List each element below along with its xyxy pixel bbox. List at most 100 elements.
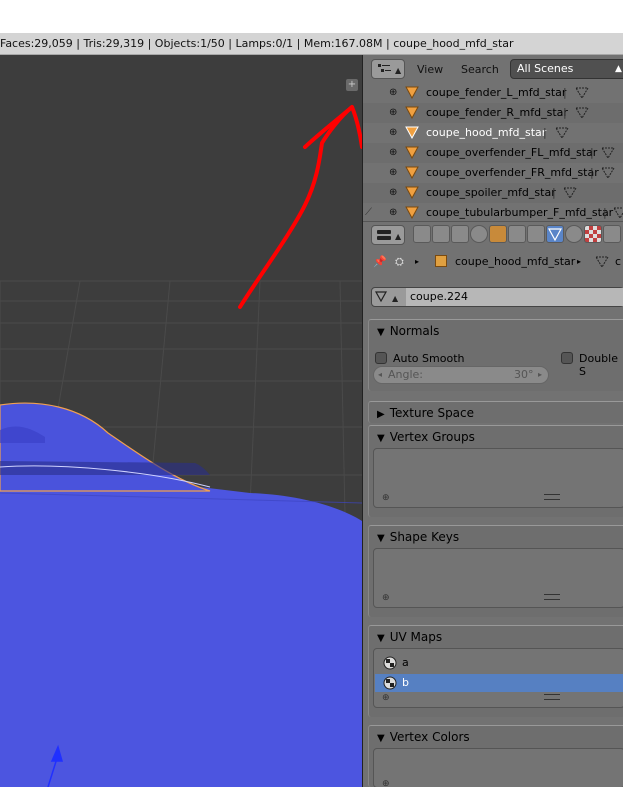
list-grip-icon[interactable] [544,594,560,600]
outliner-row[interactable]: ⟋ ⊕ coupe_tubularbumper_F_mfd_star | [363,203,623,221]
expand-plus-icon[interactable]: ⊕ [389,83,397,103]
outliner-row[interactable]: ⊕ coupe_fender_R_mfd_star | [363,103,623,123]
modifiers-tab-wrench-icon[interactable] [527,225,545,243]
mesh-object-icon [405,166,419,179]
svg-text:▲: ▲ [395,232,402,241]
properties-header: ▲ [363,221,623,246]
mesh-object-icon [405,186,419,199]
breadcrumb-chevron-icon: ▸ [577,257,582,266]
normals-panel-header[interactable]: ▼ Normals [377,324,439,338]
auto-smooth-checkbox[interactable] [375,352,387,364]
uv-maps-list[interactable]: a b ⊕ [373,648,623,708]
double-sided-label: Double S [579,352,618,378]
outliner-item-name: coupe_hood_mfd_star [426,126,547,139]
uv-map-icon [383,656,397,670]
scenes-dropdown-label: All Scenes [517,62,574,75]
decrement-arrow-icon[interactable]: ◂ [378,367,382,383]
outliner-search-menu[interactable]: Search [461,63,499,76]
resize-corner-icon[interactable]: ⟋ [365,203,372,221]
editor-type-button[interactable]: ▲ [371,59,405,79]
uv-map-item-selected[interactable]: b [375,674,623,692]
expand-plus-icon[interactable]: ⊕ [389,143,397,163]
properties-editor-icon: ▲ [377,230,402,241]
mesh-data-icon[interactable] [601,147,615,159]
double-sided-checkbox[interactable] [561,352,573,364]
scene-context-icon: ⛭ [395,255,404,268]
object-tab-cube-icon[interactable] [489,225,507,243]
expand-plus-icon[interactable]: ⊕ [389,203,397,221]
viewport-corner-plus-icon[interactable]: + [346,79,358,91]
constraints-tab-icon[interactable] [508,225,526,243]
render-layers-tab-icon[interactable] [432,225,450,243]
mesh-data-icon [595,256,609,268]
outliner-row[interactable]: ⊕ coupe_fender_L_mfd_star | [363,83,623,103]
outliner-row[interactable]: ⊕ coupe_overfender_FL_mfd_star | [363,143,623,163]
outliner-item-name: coupe_overfender_FL_mfd_star [426,146,598,159]
context-object-name: coupe_hood_mfd_star [455,255,576,268]
shape-keys-list[interactable]: ⊕ [373,548,623,608]
mesh-data-icon[interactable] [613,207,623,219]
physics-tab-icon[interactable] [603,225,621,243]
uv-map-item[interactable]: a [375,654,623,672]
mesh-object-icon [405,126,419,139]
shape-keys-panel-header[interactable]: ▼ Shape Keys [377,530,459,544]
vertex-groups-panel-header[interactable]: ▼ Vertex Groups [377,430,475,444]
breadcrumb-chevron-icon: ▸ [415,257,420,266]
scene-tab-icon[interactable] [451,225,469,243]
render-tab-camera-icon[interactable] [413,225,431,243]
angle-value: 30° [514,368,534,381]
mesh-datablock-name[interactable]: coupe.224 [406,288,623,306]
vertex-groups-list[interactable]: ⊕ [373,448,623,508]
mesh-data-icon[interactable] [575,107,589,119]
expand-plus-icon[interactable]: ⊕ [389,163,397,183]
scenes-dropdown[interactable]: All Scenes ▲ [510,59,623,79]
list-resize-icon[interactable]: ⊕ [382,779,390,787]
expand-plus-icon[interactable]: ⊕ [389,123,397,143]
vertex-colors-list[interactable]: ⊕ [373,748,623,787]
mesh-object-icon [405,146,419,159]
right-editor-panel: ▲ View Search All Scenes ▲ ⊕ coupe_fende… [362,55,623,787]
outliner-view-menu[interactable]: View [417,63,443,76]
texture-tab-checker-icon[interactable] [584,225,602,243]
mesh-data-icon[interactable] [563,187,577,199]
outliner-editor-icon: ▲ [378,64,402,75]
scenes-chevron-icon: ▲ [615,64,622,74]
data-tab-mesh-icon[interactable] [546,225,564,243]
properties-editor-type-button[interactable]: ▲ [371,225,405,245]
list-resize-icon[interactable]: ⊕ [382,593,390,603]
mesh-data-icon[interactable] [575,87,589,99]
svg-text:▲: ▲ [395,66,402,75]
outliner-row[interactable]: ⊕ coupe_spoiler_mfd_star | [363,183,623,203]
info-bar: Faces:29,059 | Tris:29,319 | Objects:1/5… [0,33,623,55]
outliner-item-name: coupe_spoiler_mfd_star [426,186,556,199]
world-tab-icon[interactable] [470,225,488,243]
outliner-item-name: coupe_overfender_FR_mfd_star [426,166,599,179]
list-resize-icon[interactable]: ⊕ [382,693,390,703]
mesh-browse-icon[interactable]: ▲ [372,288,404,306]
auto-smooth-angle-field[interactable]: ◂ Angle: 30° ▸ [373,366,549,384]
list-grip-icon[interactable] [544,694,560,700]
car-hood-mesh [0,402,211,492]
vertex-groups-panel: ▼ Vertex Groups ⊕ [368,425,623,517]
outliner-row[interactable]: ⊕ coupe_overfender_FR_mfd_star | [363,163,623,183]
vertex-colors-panel-header[interactable]: ▼ Vertex Colors [377,730,470,744]
mesh-data-icon[interactable] [601,167,615,179]
vertex-colors-panel: ▼ Vertex Colors ⊕ [368,725,623,787]
outliner-item-name: coupe_tubularbumper_F_mfd_star [426,206,614,219]
texture-space-panel-header[interactable]: ▶ Texture Space [377,406,474,420]
increment-arrow-icon[interactable]: ▸ [538,367,542,383]
list-grip-icon[interactable] [544,494,560,500]
texture-space-panel: ▶ Texture Space [368,401,623,423]
outliner-row-selected[interactable]: ⊕ coupe_hood_mfd_star | [363,123,623,143]
material-tab-icon[interactable] [565,225,583,243]
angle-label: Angle: [388,368,424,381]
mesh-datablock-selector[interactable]: ▲ coupe.224 [371,287,623,307]
mesh-object-icon [405,206,419,219]
pin-icon[interactable]: 📌 [373,249,387,275]
mesh-data-icon[interactable] [555,127,569,139]
list-resize-icon[interactable]: ⊕ [382,493,390,503]
uv-maps-panel-header[interactable]: ▼ UV Maps [377,630,442,644]
expand-plus-icon[interactable]: ⊕ [389,103,397,123]
3d-viewport[interactable]: + [0,55,362,787]
expand-plus-icon[interactable]: ⊕ [389,183,397,203]
